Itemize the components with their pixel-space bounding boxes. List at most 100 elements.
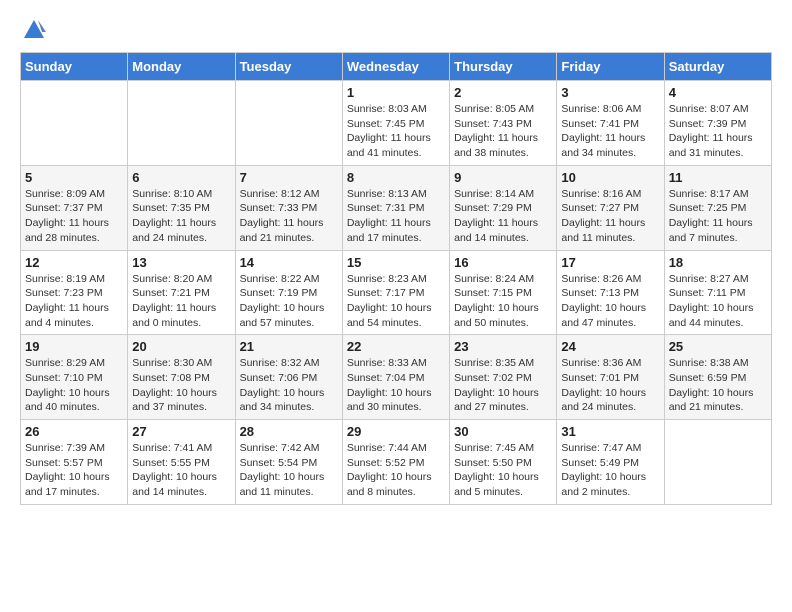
calendar-header-wednesday: Wednesday bbox=[342, 53, 449, 81]
day-info: Sunrise: 8:19 AM Sunset: 7:23 PM Dayligh… bbox=[25, 272, 123, 331]
day-info: Sunrise: 8:38 AM Sunset: 6:59 PM Dayligh… bbox=[669, 356, 767, 415]
day-number: 27 bbox=[132, 424, 230, 439]
day-number: 14 bbox=[240, 255, 338, 270]
calendar-cell: 17 Sunrise: 8:26 AM Sunset: 7:13 PM Dayli… bbox=[557, 250, 664, 335]
page-header bbox=[20, 20, 772, 42]
logo bbox=[20, 20, 46, 42]
day-number: 13 bbox=[132, 255, 230, 270]
calendar-cell: 20 Sunrise: 8:30 AM Sunset: 7:08 PM Dayli… bbox=[128, 335, 235, 420]
calendar-cell: 4 Sunrise: 8:07 AM Sunset: 7:39 PM Daylig… bbox=[664, 81, 771, 166]
day-number: 8 bbox=[347, 170, 445, 185]
day-number: 18 bbox=[669, 255, 767, 270]
calendar-cell bbox=[235, 81, 342, 166]
day-number: 26 bbox=[25, 424, 123, 439]
calendar-week-2: 5 Sunrise: 8:09 AM Sunset: 7:37 PM Daylig… bbox=[21, 165, 772, 250]
calendar-week-1: 1 Sunrise: 8:03 AM Sunset: 7:45 PM Daylig… bbox=[21, 81, 772, 166]
day-info: Sunrise: 7:44 AM Sunset: 5:52 PM Dayligh… bbox=[347, 441, 445, 500]
day-number: 5 bbox=[25, 170, 123, 185]
calendar-cell: 13 Sunrise: 8:20 AM Sunset: 7:21 PM Dayli… bbox=[128, 250, 235, 335]
day-info: Sunrise: 8:05 AM Sunset: 7:43 PM Dayligh… bbox=[454, 102, 552, 161]
calendar-header-sunday: Sunday bbox=[21, 53, 128, 81]
day-info: Sunrise: 7:45 AM Sunset: 5:50 PM Dayligh… bbox=[454, 441, 552, 500]
day-number: 7 bbox=[240, 170, 338, 185]
day-number: 28 bbox=[240, 424, 338, 439]
day-info: Sunrise: 8:14 AM Sunset: 7:29 PM Dayligh… bbox=[454, 187, 552, 246]
day-info: Sunrise: 8:20 AM Sunset: 7:21 PM Dayligh… bbox=[132, 272, 230, 331]
day-info: Sunrise: 8:35 AM Sunset: 7:02 PM Dayligh… bbox=[454, 356, 552, 415]
day-info: Sunrise: 8:27 AM Sunset: 7:11 PM Dayligh… bbox=[669, 272, 767, 331]
day-info: Sunrise: 8:23 AM Sunset: 7:17 PM Dayligh… bbox=[347, 272, 445, 331]
calendar-cell: 19 Sunrise: 8:29 AM Sunset: 7:10 PM Dayli… bbox=[21, 335, 128, 420]
calendar-header-saturday: Saturday bbox=[664, 53, 771, 81]
day-info: Sunrise: 8:12 AM Sunset: 7:33 PM Dayligh… bbox=[240, 187, 338, 246]
calendar-cell: 12 Sunrise: 8:19 AM Sunset: 7:23 PM Dayli… bbox=[21, 250, 128, 335]
calendar-cell: 28 Sunrise: 7:42 AM Sunset: 5:54 PM Dayli… bbox=[235, 420, 342, 505]
calendar-cell: 26 Sunrise: 7:39 AM Sunset: 5:57 PM Dayli… bbox=[21, 420, 128, 505]
day-number: 15 bbox=[347, 255, 445, 270]
calendar-cell: 1 Sunrise: 8:03 AM Sunset: 7:45 PM Daylig… bbox=[342, 81, 449, 166]
day-info: Sunrise: 7:39 AM Sunset: 5:57 PM Dayligh… bbox=[25, 441, 123, 500]
calendar-cell: 30 Sunrise: 7:45 AM Sunset: 5:50 PM Dayli… bbox=[450, 420, 557, 505]
day-info: Sunrise: 8:09 AM Sunset: 7:37 PM Dayligh… bbox=[25, 187, 123, 246]
calendar-cell: 11 Sunrise: 8:17 AM Sunset: 7:25 PM Dayli… bbox=[664, 165, 771, 250]
day-number: 19 bbox=[25, 339, 123, 354]
day-number: 2 bbox=[454, 85, 552, 100]
calendar-cell: 16 Sunrise: 8:24 AM Sunset: 7:15 PM Dayli… bbox=[450, 250, 557, 335]
day-info: Sunrise: 8:30 AM Sunset: 7:08 PM Dayligh… bbox=[132, 356, 230, 415]
calendar-header-thursday: Thursday bbox=[450, 53, 557, 81]
day-info: Sunrise: 8:32 AM Sunset: 7:06 PM Dayligh… bbox=[240, 356, 338, 415]
calendar-cell: 31 Sunrise: 7:47 AM Sunset: 5:49 PM Dayli… bbox=[557, 420, 664, 505]
day-number: 9 bbox=[454, 170, 552, 185]
calendar-cell bbox=[664, 420, 771, 505]
day-info: Sunrise: 8:22 AM Sunset: 7:19 PM Dayligh… bbox=[240, 272, 338, 331]
day-info: Sunrise: 8:17 AM Sunset: 7:25 PM Dayligh… bbox=[669, 187, 767, 246]
day-number: 22 bbox=[347, 339, 445, 354]
day-number: 3 bbox=[561, 85, 659, 100]
day-info: Sunrise: 8:07 AM Sunset: 7:39 PM Dayligh… bbox=[669, 102, 767, 161]
calendar-week-3: 12 Sunrise: 8:19 AM Sunset: 7:23 PM Dayli… bbox=[21, 250, 772, 335]
day-number: 11 bbox=[669, 170, 767, 185]
calendar-cell: 29Sunrise: 7:44 AM Sunset: 5:52 PM Dayli… bbox=[342, 420, 449, 505]
calendar-cell: 5 Sunrise: 8:09 AM Sunset: 7:37 PM Daylig… bbox=[21, 165, 128, 250]
day-number: 16 bbox=[454, 255, 552, 270]
calendar-cell: 24Sunrise: 8:36 AM Sunset: 7:01 PM Dayli… bbox=[557, 335, 664, 420]
calendar-header-tuesday: Tuesday bbox=[235, 53, 342, 81]
calendar-week-4: 19 Sunrise: 8:29 AM Sunset: 7:10 PM Dayli… bbox=[21, 335, 772, 420]
day-number: 1 bbox=[347, 85, 445, 100]
day-number: 31 bbox=[561, 424, 659, 439]
day-info: Sunrise: 8:10 AM Sunset: 7:35 PM Dayligh… bbox=[132, 187, 230, 246]
calendar-table: SundayMondayTuesdayWednesdayThursdayFrid… bbox=[20, 52, 772, 505]
day-info: Sunrise: 8:06 AM Sunset: 7:41 PM Dayligh… bbox=[561, 102, 659, 161]
calendar-cell: 7 Sunrise: 8:12 AM Sunset: 7:33 PM Daylig… bbox=[235, 165, 342, 250]
day-info: Sunrise: 8:33 AM Sunset: 7:04 PM Dayligh… bbox=[347, 356, 445, 415]
day-number: 12 bbox=[25, 255, 123, 270]
day-info: Sunrise: 8:24 AM Sunset: 7:15 PM Dayligh… bbox=[454, 272, 552, 331]
day-number: 30 bbox=[454, 424, 552, 439]
day-info: Sunrise: 8:26 AM Sunset: 7:13 PM Dayligh… bbox=[561, 272, 659, 331]
day-number: 4 bbox=[669, 85, 767, 100]
calendar-cell: 9 Sunrise: 8:14 AM Sunset: 7:29 PM Daylig… bbox=[450, 165, 557, 250]
day-number: 6 bbox=[132, 170, 230, 185]
day-number: 25 bbox=[669, 339, 767, 354]
calendar-cell: 3 Sunrise: 8:06 AM Sunset: 7:41 PM Daylig… bbox=[557, 81, 664, 166]
day-number: 21 bbox=[240, 339, 338, 354]
calendar-cell bbox=[21, 81, 128, 166]
calendar-cell: 25 Sunrise: 8:38 AM Sunset: 6:59 PM Dayli… bbox=[664, 335, 771, 420]
day-number: 10 bbox=[561, 170, 659, 185]
day-info: Sunrise: 8:29 AM Sunset: 7:10 PM Dayligh… bbox=[25, 356, 123, 415]
day-info: Sunrise: 7:42 AM Sunset: 5:54 PM Dayligh… bbox=[240, 441, 338, 500]
day-info: Sunrise: 7:47 AM Sunset: 5:49 PM Dayligh… bbox=[561, 441, 659, 500]
calendar-cell: 14 Sunrise: 8:22 AM Sunset: 7:19 PM Dayli… bbox=[235, 250, 342, 335]
calendar-cell: 6 Sunrise: 8:10 AM Sunset: 7:35 PM Daylig… bbox=[128, 165, 235, 250]
calendar-cell: 15 Sunrise: 8:23 AM Sunset: 7:17 PM Dayli… bbox=[342, 250, 449, 335]
calendar-cell: 8 Sunrise: 8:13 AM Sunset: 7:31 PM Daylig… bbox=[342, 165, 449, 250]
day-number: 17 bbox=[561, 255, 659, 270]
day-number: 20 bbox=[132, 339, 230, 354]
calendar-cell: 23Sunrise: 8:35 AM Sunset: 7:02 PM Dayli… bbox=[450, 335, 557, 420]
day-number: 24 bbox=[561, 339, 659, 354]
calendar-header-monday: Monday bbox=[128, 53, 235, 81]
day-info: Sunrise: 8:16 AM Sunset: 7:27 PM Dayligh… bbox=[561, 187, 659, 246]
logo-icon bbox=[22, 18, 46, 42]
day-info: Sunrise: 8:03 AM Sunset: 7:45 PM Dayligh… bbox=[347, 102, 445, 161]
day-info: Sunrise: 8:13 AM Sunset: 7:31 PM Dayligh… bbox=[347, 187, 445, 246]
